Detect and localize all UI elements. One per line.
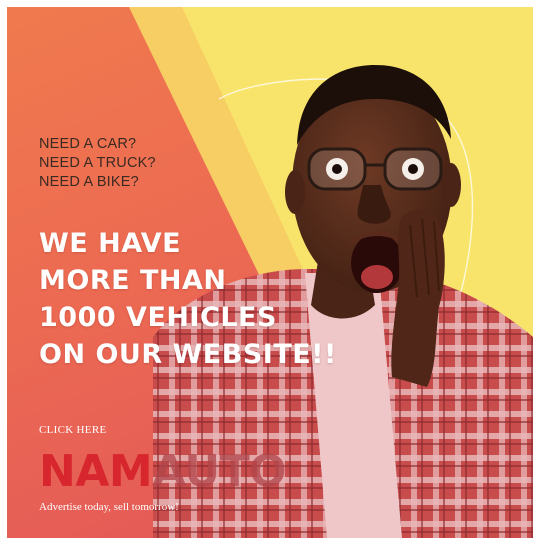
question-truck: NEED A TRUCK? bbox=[39, 155, 156, 171]
question-block: NEED A CAR? NEED A TRUCK? NEED A BIKE? bbox=[39, 135, 156, 192]
tagline: Advertise today, sell tomorrow! bbox=[39, 501, 179, 513]
logo-auto: AUTO bbox=[152, 446, 287, 497]
question-bike: NEED A BIKE? bbox=[39, 174, 139, 190]
headline-line-2: MORE THAN bbox=[39, 265, 227, 296]
question-car: NEED A CAR? bbox=[39, 136, 137, 152]
headline-line-4: ON OUR WEBSITE!! bbox=[39, 339, 337, 370]
headline-line-3: 1000 VEHICLES bbox=[39, 302, 277, 333]
logo-nam: NAM bbox=[39, 446, 153, 497]
namauto-logo[interactable]: NAMAUTO bbox=[39, 446, 287, 497]
headline-line-1: WE HAVE bbox=[39, 228, 182, 259]
advertisement-banner[interactable]: NEED A CAR? NEED A TRUCK? NEED A BIKE? W… bbox=[7, 7, 533, 538]
click-here-link[interactable]: CLICK HERE bbox=[39, 424, 106, 436]
headline: WE HAVE MORE THAN 1000 VEHICLES ON OUR W… bbox=[39, 225, 337, 373]
